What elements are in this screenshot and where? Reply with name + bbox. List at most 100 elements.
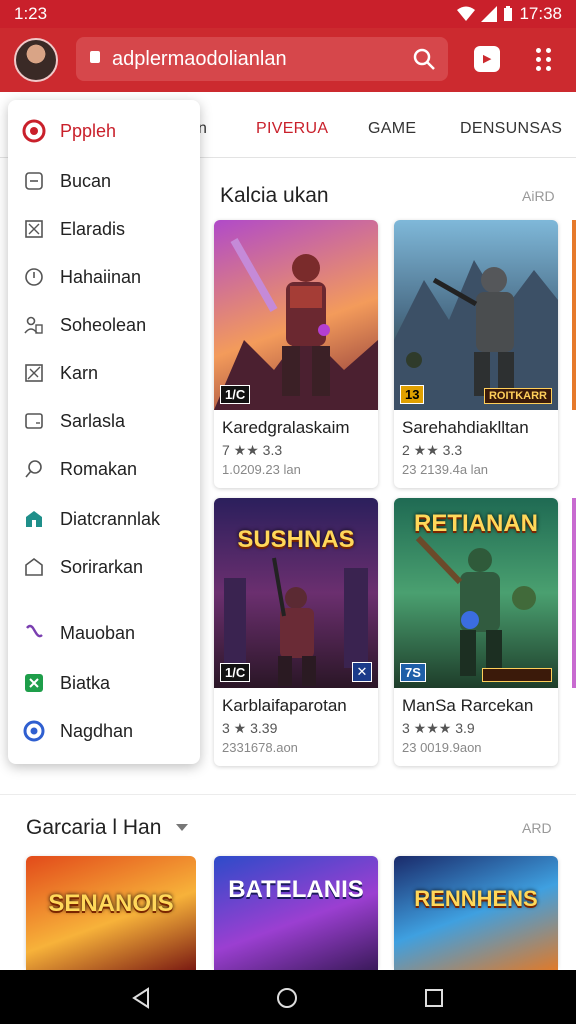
game-card[interactable]: BATELANIS (214, 856, 378, 970)
rating-text: 7 ★★ 3.3 (222, 442, 283, 458)
chevron-down-icon[interactable] (176, 824, 188, 832)
drawer-item-label: Karn (60, 362, 99, 383)
gunman-illustration (224, 557, 368, 686)
tab-densunsas[interactable]: DENSUNSAS (460, 120, 562, 138)
game-art: RENNHENS (394, 856, 558, 970)
game-card[interactable]: SENANOIS (26, 856, 196, 970)
game-art: SENANOIS (26, 856, 196, 970)
shield-icon (22, 265, 46, 289)
game-art-title: BATELANIS (228, 876, 364, 903)
drawer-item[interactable]: Sarlasla (22, 406, 125, 436)
address-bar[interactable]: adplermaodolianlan (76, 37, 448, 81)
tab-game[interactable]: GAME (368, 120, 416, 138)
status-bar: 1:23 17:38 (0, 0, 576, 28)
game-rating: 3 ★ 3.39 (222, 720, 277, 737)
back-icon[interactable] (130, 987, 152, 1009)
section-more-link[interactable]: AiRD (522, 188, 555, 204)
brand-icon (22, 119, 46, 143)
game-rating: 2 ★★ 3.3 (402, 442, 462, 459)
drawer-item-label: Nagdhan (60, 720, 134, 741)
game-art-title: SENANOIS (48, 890, 174, 917)
drawer-item-label: Sorirarkan (60, 556, 144, 577)
title-badge: ROITKARR (483, 388, 552, 404)
drawer-item-label: Mauoban (60, 622, 136, 643)
game-meta: 1.0209.23 lan (222, 462, 301, 477)
drawer-item-label: Biatka (60, 672, 111, 693)
rating-badge: 1/C (220, 385, 251, 404)
crossbox-icon (22, 361, 46, 385)
drawer-item-label: Bucan (60, 170, 112, 191)
store-icon[interactable]: ▸ (474, 46, 500, 72)
circle-icon (22, 719, 46, 743)
home-icon (22, 555, 46, 579)
drawer-item[interactable]: Romakan (22, 454, 137, 484)
section-divider (0, 794, 576, 795)
rating-text: 2 ★★ 3.3 (402, 442, 463, 458)
warrior-illustration (214, 238, 378, 410)
drawer-item[interactable]: Mauoban (22, 618, 135, 648)
rating-badge: 1/C (220, 663, 251, 682)
sheet-icon (22, 671, 46, 695)
drawer-item[interactable]: Nagdhan (22, 716, 133, 746)
window-icon (22, 409, 46, 433)
drawer-item[interactable]: Soheolean (22, 310, 146, 340)
game-art: BATELANIS (214, 856, 378, 970)
drawer-item-label: Sarlasla (60, 410, 126, 431)
bookmark-icon (22, 169, 46, 193)
title-badge (482, 668, 552, 682)
section-more-link[interactable]: ARD (522, 820, 552, 836)
rating-text: 3 ★ 3.39 (222, 720, 278, 736)
search-icon (22, 457, 46, 481)
system-nav-bar (0, 970, 576, 1024)
rating-badge: 13 (400, 385, 425, 404)
drawer-item[interactable]: Elaradis (22, 214, 125, 244)
game-art: 1/C (214, 220, 378, 410)
home-button-icon[interactable] (276, 987, 298, 1009)
game-art: 13 ROITKARR (394, 220, 558, 410)
game-title: Karedgralaskaim (222, 418, 350, 437)
more-menu-icon[interactable] (534, 44, 554, 74)
game-rating: 3 ★★★ 3.9 (402, 720, 475, 737)
people-icon (22, 313, 46, 337)
link-icon (22, 621, 46, 645)
search-icon[interactable] (412, 47, 436, 71)
building-icon (22, 507, 46, 531)
status-time: 1:23 (14, 4, 48, 23)
address-text: adplermaodolianlan (112, 48, 287, 70)
game-title: Karblaifaparotan (222, 696, 347, 715)
drawer-item-label: Soheolean (60, 314, 147, 335)
drawer-item[interactable]: Bucan (22, 166, 111, 196)
game-card[interactable]: 1/C Karedgralaskaim 7 ★★ 3.3 1.0209.23 l… (214, 220, 378, 488)
drawer-item[interactable]: Pppleh (22, 116, 116, 146)
soldier-illustration (415, 535, 536, 676)
game-card[interactable]: 13 ROITKARR Sarehahdiaklltan 2 ★★ 3.3 23… (394, 220, 558, 488)
drawer-item-label: Pppleh (60, 120, 117, 141)
drawer-item[interactable]: Diatcrannlak (22, 504, 160, 534)
game-art: RETIANAN 7S (394, 498, 558, 688)
drawer-item-label: Hahaiinan (60, 266, 142, 287)
status-icons: 17:38 (457, 4, 562, 24)
box-icon (22, 217, 46, 241)
game-card[interactable]: RENNHENS (394, 856, 558, 970)
game-art-title: RENNHENS (414, 886, 538, 911)
drawer-item[interactable]: Sorirarkan (22, 552, 143, 582)
avatar[interactable] (14, 38, 58, 82)
game-title: Sarehahdiaklltan (402, 418, 529, 437)
drawer-item-label: Diatcrannlak (60, 508, 161, 529)
game-meta: 2331678.aon (222, 740, 298, 755)
signal-icon (481, 6, 498, 22)
game-art: SUSHNAS 1/C ✕ (214, 498, 378, 688)
game-card[interactable]: RETIANAN 7S ManSa Rarcekan 3 ★★★ 3.9 23 … (394, 498, 558, 766)
app-bar: adplermaodolianlan ▸ (0, 28, 576, 92)
drawer-item[interactable]: Hahaiinan (22, 262, 141, 292)
game-meta: 23 2139.4a lan (402, 462, 489, 477)
rating-text: 3 ★★★ 3.9 (402, 720, 475, 736)
drawer-item[interactable]: Biatka (22, 668, 110, 698)
game-card[interactable]: SUSHNAS 1/C ✕ Karblaifaparotan 3 ★ 3.39 … (214, 498, 378, 766)
partial-card-edge (572, 498, 576, 688)
drawer-item[interactable]: Karn (22, 358, 98, 388)
tab-piverua[interactable]: PIVERUA (256, 120, 328, 138)
lock-icon (90, 51, 100, 63)
battery-icon (504, 6, 513, 21)
recents-icon[interactable] (424, 988, 444, 1008)
